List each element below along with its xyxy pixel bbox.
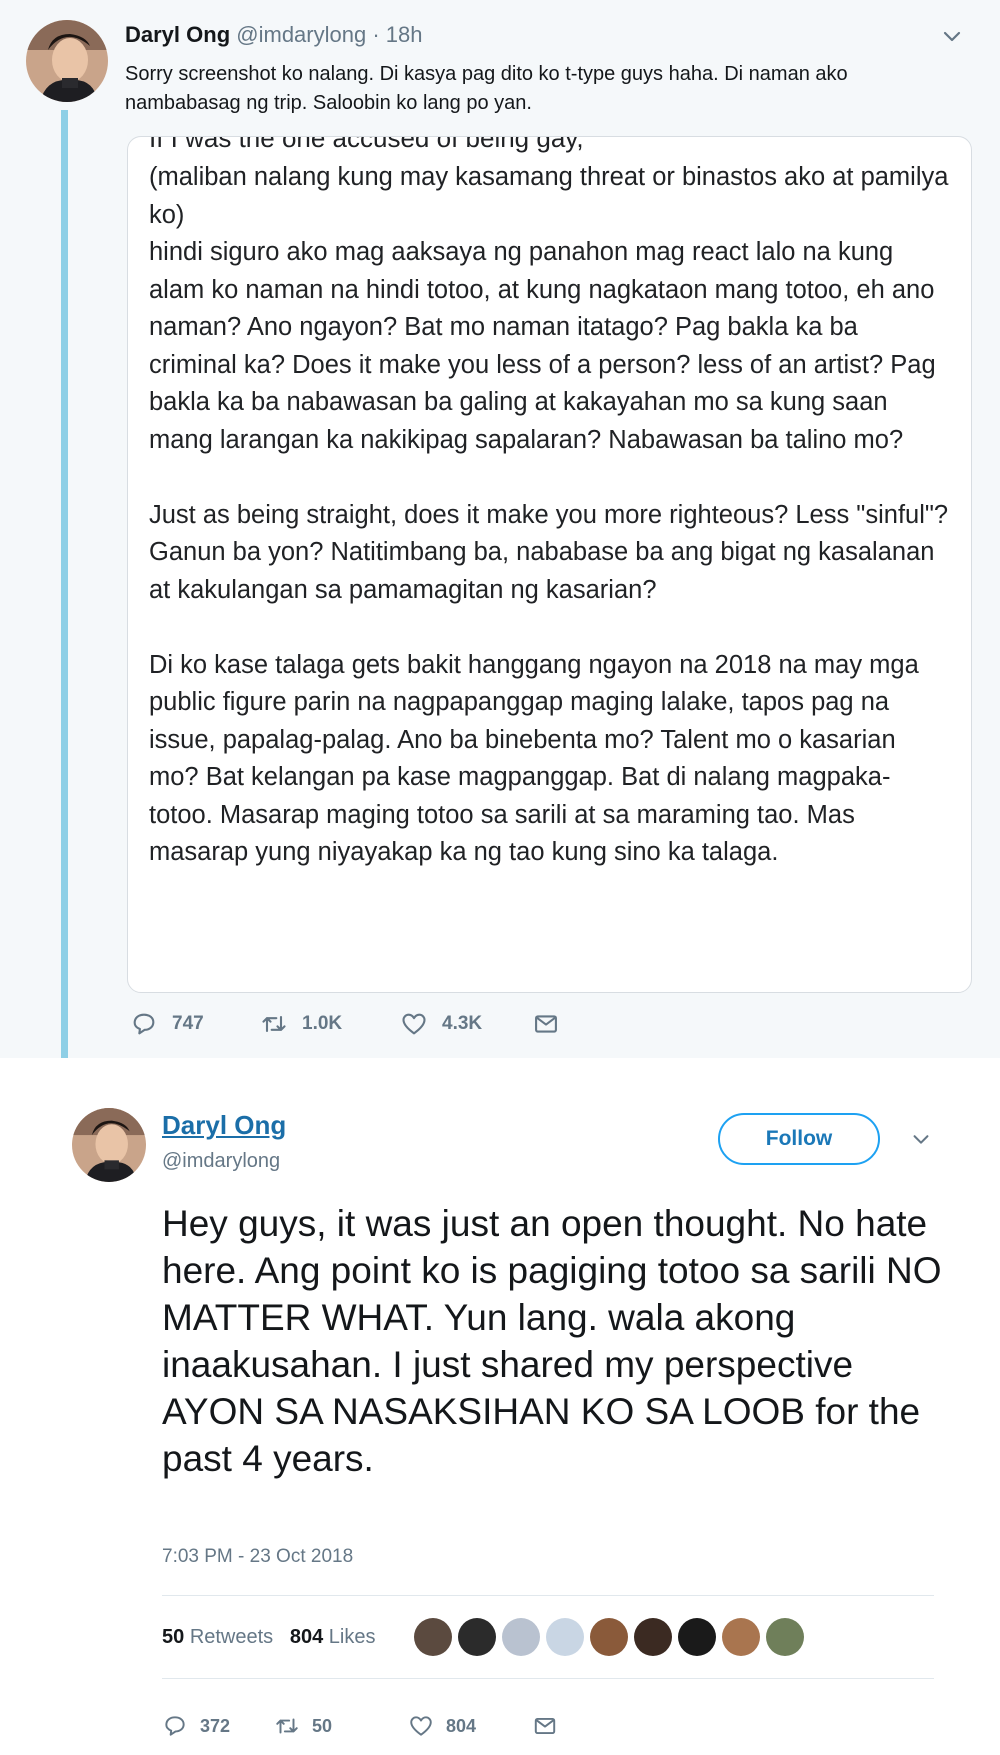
tweet-2: Daryl Ong @imdarylong Follow Hey guys, i…	[0, 1058, 1000, 1755]
liker-avatar[interactable]	[502, 1618, 540, 1656]
card-paragraph: Di ko kase talaga gets bakit hanggang ng…	[149, 650, 919, 867]
author-handle[interactable]: @imdarylong	[236, 22, 366, 47]
like-button[interactable]: 4.3K	[400, 1010, 482, 1038]
chevron-down-icon[interactable]	[940, 24, 964, 48]
tweet-time[interactable]: 18h	[386, 22, 423, 47]
card-paragraph: Just as being straight, does it make you…	[149, 500, 949, 604]
liker-avatar[interactable]	[458, 1618, 496, 1656]
retweets-count[interactable]: 50	[162, 1626, 184, 1648]
tweet-timestamp[interactable]: 7:03 PM - 23 Oct 2018	[162, 1546, 353, 1568]
direct-message-button[interactable]	[532, 1713, 570, 1739]
engagement-stats: 50 Retweets 804 Likes	[162, 1626, 376, 1649]
tweet-text: Hey guys, it was just an open thought. N…	[162, 1203, 942, 1479]
retweet-button[interactable]: 1.0K	[260, 1010, 342, 1038]
direct-message-button[interactable]	[532, 1010, 574, 1038]
like-icon	[402, 1013, 426, 1035]
author-name[interactable]: Daryl Ong	[162, 1110, 286, 1141]
tweet-1: Daryl Ong @imdarylong · 18h Sorry screen…	[0, 0, 1000, 1068]
cut-off-line: If I was the one accused of being gay,	[149, 136, 584, 153]
like-count: 804	[446, 1715, 477, 1736]
avatar[interactable]	[26, 20, 108, 102]
like-button[interactable]: 804	[408, 1713, 476, 1739]
liker-avatar[interactable]	[414, 1618, 452, 1656]
tweet-text: Sorry screenshot ko nalang. Di kasya pag…	[125, 63, 848, 114]
reply-count: 747	[172, 1013, 204, 1034]
liker-avatar[interactable]	[546, 1618, 584, 1656]
retweet-button[interactable]: 50	[274, 1713, 332, 1739]
reply-icon	[133, 1013, 155, 1035]
author-handle[interactable]: @imdarylong	[162, 1150, 280, 1173]
divider	[162, 1678, 934, 1679]
screenshot-card[interactable]: If I was the one accused of being gay, (…	[127, 136, 972, 993]
liker-avatar[interactable]	[766, 1618, 804, 1656]
liker-avatar[interactable]	[590, 1618, 628, 1656]
likes-label[interactable]: Likes	[329, 1626, 376, 1648]
retweet-count: 50	[312, 1715, 333, 1736]
like-count: 4.3K	[442, 1013, 483, 1034]
divider	[162, 1595, 934, 1596]
card-body: (maliban nalang kung may kasamang threat…	[149, 159, 949, 872]
retweets-label[interactable]: Retweets	[190, 1626, 273, 1648]
liker-avatar[interactable]	[634, 1618, 672, 1656]
liker-avatar[interactable]	[722, 1618, 760, 1656]
likes-count[interactable]: 804	[290, 1626, 323, 1648]
avatar[interactable]	[72, 1108, 146, 1182]
liker-avatar[interactable]	[678, 1618, 716, 1656]
thread-line	[61, 110, 68, 1068]
message-icon	[534, 1717, 556, 1735]
reply-button[interactable]: 372	[162, 1713, 230, 1739]
reply-icon	[165, 1716, 185, 1736]
retweet-icon	[276, 1718, 298, 1734]
separator-dot: ·	[372, 22, 380, 47]
tweet-header: Daryl Ong @imdarylong · 18h	[125, 22, 423, 48]
chevron-down-icon[interactable]	[910, 1128, 932, 1150]
message-icon	[535, 1015, 557, 1033]
author-name[interactable]: Daryl Ong	[125, 22, 230, 47]
follow-button[interactable]: Follow	[718, 1113, 880, 1165]
retweet-count: 1.0K	[302, 1013, 343, 1034]
like-icon	[410, 1716, 432, 1736]
card-paragraph: (maliban nalang kung may kasamang threat…	[149, 163, 949, 454]
reply-button[interactable]: 747	[130, 1010, 204, 1038]
retweet-icon	[262, 1015, 286, 1033]
reply-count: 372	[200, 1715, 231, 1736]
